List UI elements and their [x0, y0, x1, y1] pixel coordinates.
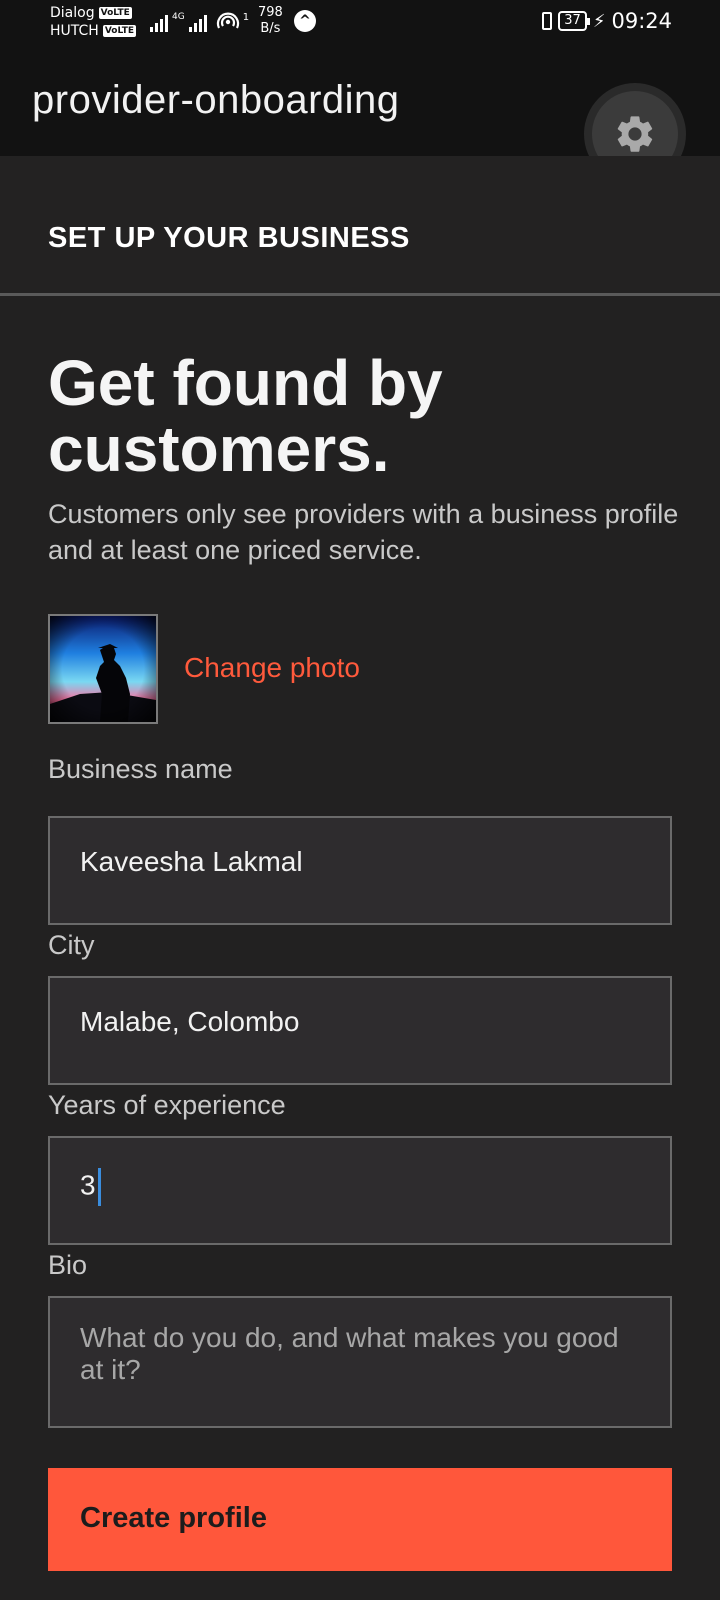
profile-photo-image [50, 616, 156, 722]
create-profile-label: Create profile [80, 1502, 267, 1534]
business-name-field[interactable]: Kaveesha Lakmal [48, 816, 672, 925]
carrier-2: HUTCH [50, 23, 99, 39]
volte-badge: VoLTE [102, 25, 137, 37]
signal-icon: 4G 1 [150, 12, 249, 32]
experience-value: 3 [80, 1169, 96, 1201]
battery-icon: 37 [558, 11, 590, 31]
profile-photo[interactable] [48, 614, 158, 724]
app-title: provider-onboarding [32, 78, 400, 122]
experience-field[interactable]: 3 [48, 1136, 672, 1245]
status-right: 37 ⚡ 09:24 [542, 9, 672, 33]
network-speed: 798 B/s [258, 5, 283, 37]
speed-unit: B/s [260, 21, 281, 36]
carrier-info: Dialog VoLTE HUTCH VoLTE [50, 4, 137, 40]
section-title: SET UP YOUR BUSINESS [48, 222, 410, 254]
app-bar: provider-onboarding [0, 50, 720, 185]
bio-placeholder: What do you do, and what makes you good … [80, 1322, 619, 1385]
experience-value-wrap: 3 [80, 1168, 101, 1206]
city-label: City [48, 930, 95, 960]
business-name-label: Business name [48, 754, 233, 784]
page-headline: Get found by customers. [48, 347, 443, 485]
text-cursor [97, 1168, 101, 1206]
clock: 09:24 [611, 9, 672, 33]
bio-label: Bio [48, 1250, 88, 1280]
bio-field[interactable]: What do you do, and what makes you good … [48, 1296, 672, 1428]
speed-value: 798 [258, 5, 283, 20]
experience-label: Years of experience [48, 1090, 286, 1120]
create-profile-button[interactable]: Create profile [48, 1468, 672, 1571]
city-value: Malabe, Colombo [80, 1006, 300, 1037]
volte-badge: VoLTE [98, 7, 132, 19]
section-header: SET UP YOUR BUSINESS [0, 156, 720, 296]
city-field[interactable]: Malabe, Colombo [48, 976, 672, 1085]
vibrate-icon [542, 12, 553, 30]
business-name-value: Kaveesha Lakmal [80, 846, 303, 877]
change-photo-link[interactable]: Change photo [184, 652, 360, 684]
carrier-1: Dialog [50, 5, 95, 21]
hotspot-icon [216, 12, 239, 29]
page-subtext: Customers only see providers with a busi… [48, 499, 679, 565]
charging-icon: ⚡ [592, 10, 606, 32]
status-bar: Dialog VoLTE HUTCH VoLTE 4G 1 798 B/s ^ 37… [0, 0, 720, 50]
hotspot-count: 1 [242, 12, 250, 23]
gear-icon [617, 116, 653, 152]
network-type: 4G [172, 12, 185, 22]
app-notification-icon: ^ [294, 10, 316, 32]
